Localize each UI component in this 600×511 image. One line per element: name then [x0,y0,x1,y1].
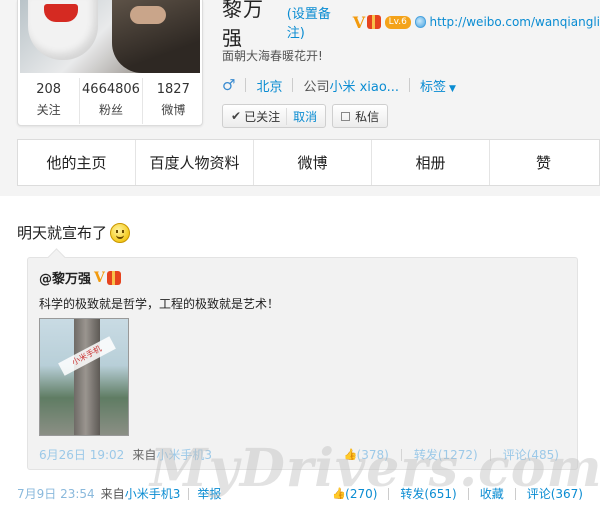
post-time-link[interactable]: 7月9日 23:54 [17,485,95,502]
divider [467,487,469,500]
divider [245,78,247,92]
stat-posts-label: 微博 [161,103,186,117]
stat-posts[interactable]: 1827 微博 [143,78,204,124]
profile-intro: 面朝大海春暖花开! [222,49,323,63]
like-button[interactable]: 👍 (270) [332,487,377,501]
repost-photo[interactable]: 小米手机 [39,318,129,436]
divider [514,487,516,500]
followed-button[interactable]: ✔ 已关注 取消 [222,104,327,128]
stat-followers[interactable]: 4664806 粉丝 [80,78,143,124]
repost-comment-link[interactable]: 评论(485) [503,446,559,463]
post-from-prefix: 来自 [100,487,125,501]
thumbs-up-icon: 👍 [343,448,358,461]
repost-actions: 👍 (378) 转发(1272) 评论(485) [344,446,559,463]
followed-label: 已关注 [244,109,281,124]
company-prefix: 公司 [303,79,330,95]
like-count: (270) [345,486,378,501]
stat-following-count: 208 [36,82,62,97]
globe-icon [414,16,427,28]
thumbs-up-icon: 👍 [332,487,346,500]
divider [489,448,491,461]
message-button[interactable]: 私信 [332,104,389,128]
gift-icon[interactable] [367,15,381,29]
forward-link[interactable]: 转发(651) [400,485,456,502]
repost-author-link[interactable]: @黎万强 [39,268,91,287]
stat-followers-label: 粉丝 [98,103,123,117]
red-scarf-image [44,4,78,22]
repost-like-button[interactable]: 👍 (378) [344,448,389,462]
repost-author-row: @黎万强 V [39,268,121,287]
check-icon: ✔ [231,109,242,123]
profile-name: 黎万强 [222,0,264,50]
post-from: 来自小米手机3 [101,485,181,502]
repost-from: 来自小米手机3 [132,446,212,463]
tags-dropdown[interactable]: 标签 ▼ [420,76,456,95]
divider [409,78,411,92]
tab-album[interactable]: 相册 [372,140,490,185]
divider [400,448,402,461]
repost-meta: 6月26日 19:02 来自小米手机3 [39,446,212,463]
post-device-link[interactable]: 小米手机3 [125,487,181,501]
tab-weibo[interactable]: 微博 [254,140,372,185]
tab-likes[interactable]: 赞 [490,140,597,185]
feed-item: 明天就宣布了 @黎万强 V 科学的极致就是哲学，工程的极致就是艺术！ 小米手机 … [0,196,600,511]
profile-stats: 208 关注 4664806 粉丝 1827 微博 [18,78,204,124]
profile-meta: ♂ 北京 公司 小米 xiao... 标签 ▼ [222,76,600,95]
verified-v-icon[interactable]: V [94,270,105,286]
divider [388,487,390,500]
post-footer: 7月9日 23:54 来自小米手机3 举报 👍 (270) 转发(651) 收藏 … [17,485,583,502]
repost-time-link[interactable]: 6月26日 19:02 [39,446,124,463]
stat-posts-count: 1827 [156,82,190,97]
post-actions: 👍 (270) 转发(651) 收藏 评论(367) [332,485,583,502]
company-link[interactable]: 小米 xiao... [329,76,399,95]
unfollow-link[interactable]: 取消 [286,107,317,125]
smile-icon [110,222,131,243]
tags-label: 标签 [420,79,447,95]
stat-followers-count: 4664806 [82,82,140,97]
action-buttons: ✔ 已关注 取消 私信 [222,104,600,128]
profile-header: 208 关注 4664806 粉丝 1827 微博 黎万强 (设置备注) V L… [0,0,600,136]
comment-link[interactable]: 评论(367) [527,485,583,502]
favorite-link[interactable]: 收藏 [480,485,504,502]
message-icon [341,111,351,121]
caret-down-icon: ▼ [449,83,456,94]
repost-from-prefix: 来自 [132,448,157,462]
level-badge[interactable]: Lv.6 [384,15,411,29]
repost-text: 科学的极致就是哲学，工程的极致就是艺术！ [39,297,280,311]
post-content: 明天就宣布了 [17,224,108,242]
gift-icon[interactable] [106,270,121,285]
repost-device-link[interactable]: 小米手机3 [156,448,212,462]
stat-following-label: 关注 [36,103,61,117]
repost-like-count: (378) [356,447,389,462]
male-icon: ♂ [222,76,236,94]
tab-baidu-profile[interactable]: 百度人物资料 [136,140,254,185]
report-link[interactable]: 举报 [197,485,221,502]
location-link[interactable]: 北京 [256,76,282,95]
message-label: 私信 [355,109,380,124]
tab-home[interactable]: 他的主页 [18,140,136,185]
verified-v-icon[interactable]: V [353,13,365,32]
avatar-card: 208 关注 4664806 粉丝 1827 微博 [17,0,203,126]
set-remark-link[interactable]: (设置备注) [287,3,347,41]
repost-forward-link[interactable]: 转发(1272) [414,446,478,463]
divider [292,78,294,92]
reposted-weibo: @黎万强 V 科学的极致就是哲学，工程的极致就是艺术！ 小米手机 6月26日 1… [27,257,578,470]
hand-image [130,6,166,24]
stat-following[interactable]: 208 关注 [18,78,81,124]
photo-pole-image [74,319,100,435]
profile-url-link[interactable]: http://weibo.com/wanqiangli [429,15,600,29]
divider [188,487,190,500]
profile-tabs: 他的主页 百度人物资料 微博 相册 赞 [17,139,600,186]
avatar[interactable] [20,0,200,73]
post-text: 明天就宣布了 [17,222,131,243]
name-row: 黎万强 (设置备注) V Lv.6 http://weibo.com/wanqi… [222,0,600,50]
profile-info: 黎万强 (设置备注) V Lv.6 http://weibo.com/wanqi… [222,0,600,128]
